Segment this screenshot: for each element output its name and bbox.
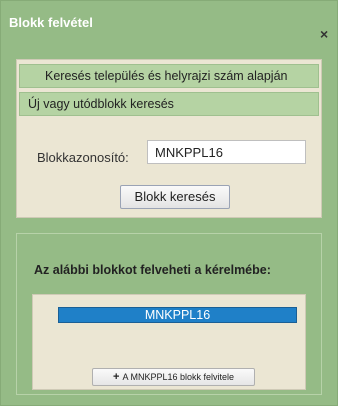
selected-block-item[interactable]: MNKPPL16 xyxy=(58,307,297,323)
block-id-label: Blokkazonosító: xyxy=(37,150,129,165)
result-heading: Az alábbi blokkot felveheti a kérelmébe: xyxy=(34,263,271,277)
result-panel: Az alábbi blokkot felveheti a kérelmébe:… xyxy=(16,233,322,395)
add-block-button-label: A MNKPPL16 blokk felvitele xyxy=(122,372,234,382)
block-id-input[interactable] xyxy=(147,140,306,164)
block-add-dialog: Blokk felvétel × Keresés település és he… xyxy=(0,0,338,406)
accordion-header-new-block-search[interactable]: Új vagy utódblokk keresés xyxy=(19,92,319,116)
add-block-button[interactable]: + A MNKPPL16 blokk felvitele xyxy=(92,368,255,386)
close-icon[interactable]: × xyxy=(320,27,328,41)
result-box: MNKPPL16 + A MNKPPL16 blokk felvitele xyxy=(32,294,306,390)
accordion-header-settlement-search[interactable]: Keresés település és helyrajzi szám alap… xyxy=(19,64,319,88)
dialog-titlebar[interactable]: Blokk felvétel × xyxy=(1,1,337,41)
block-search-button[interactable]: Blokk keresés xyxy=(120,185,230,209)
plus-icon: + xyxy=(113,371,120,383)
search-panel: Keresés település és helyrajzi szám alap… xyxy=(16,59,322,218)
dialog-title: Blokk felvétel xyxy=(9,15,93,30)
